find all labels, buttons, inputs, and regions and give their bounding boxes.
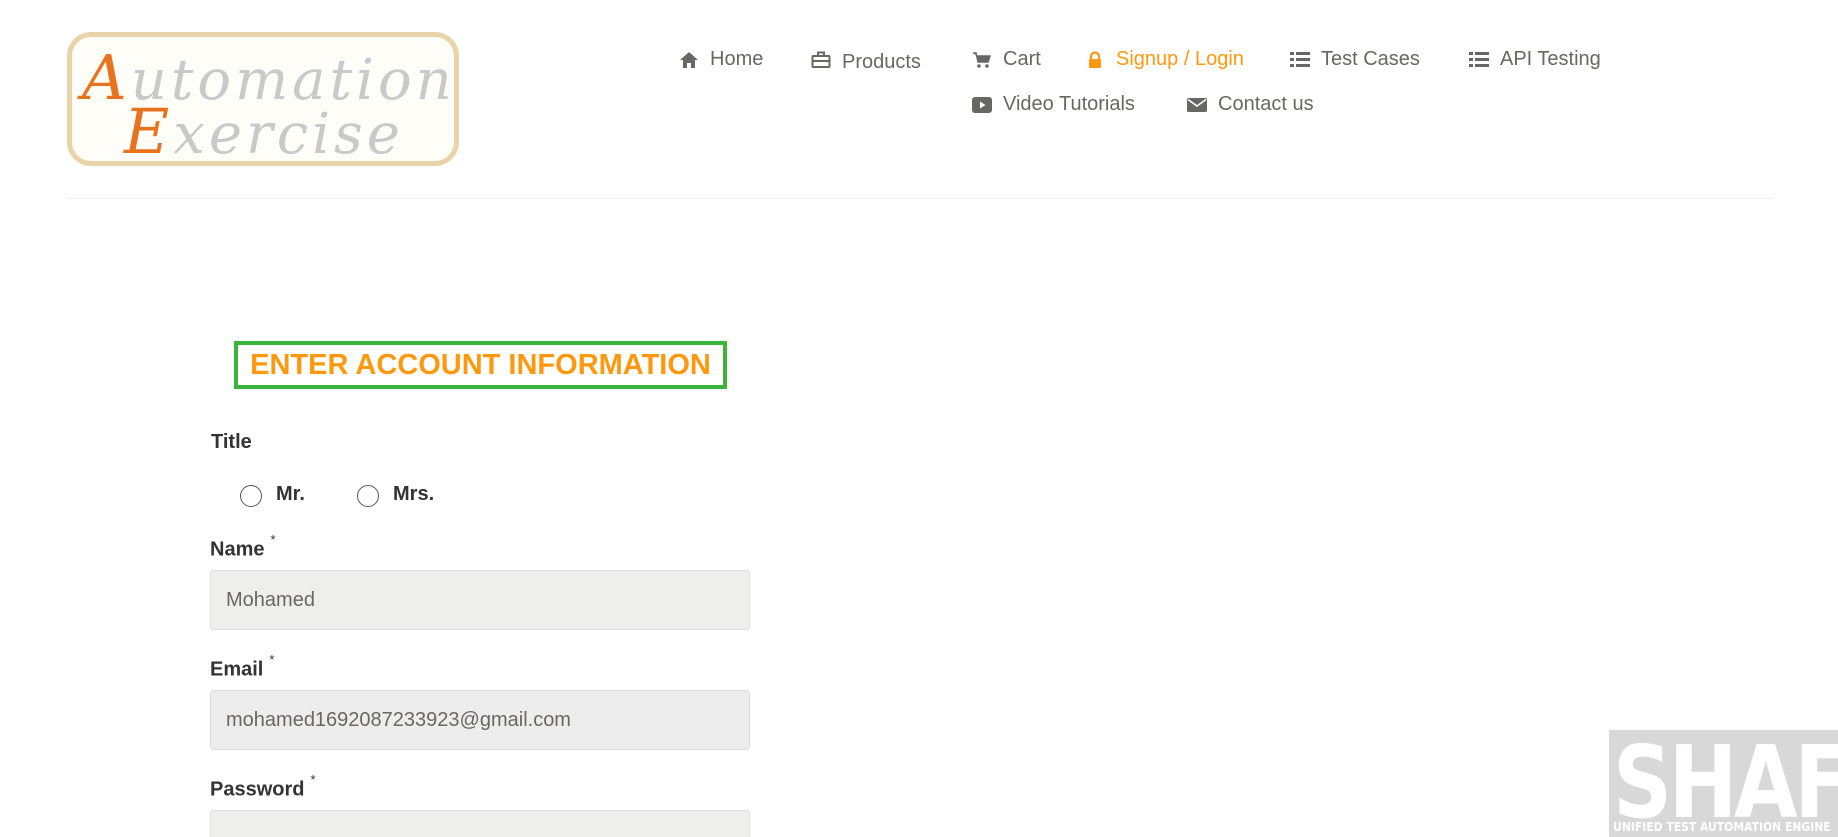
title-mr-label[interactable]: Mr. <box>276 483 305 506</box>
form-heading-text: ENTER ACCOUNT INFORMATION <box>250 348 711 381</box>
nav-contact-us-label: Contact us <box>1218 93 1314 115</box>
required-mark: * <box>270 532 276 547</box>
nav-home[interactable]: Home <box>678 48 763 71</box>
cart-icon <box>971 50 993 70</box>
email-label: Email * <box>210 652 274 682</box>
lock-icon <box>1084 50 1106 70</box>
list-icon <box>1289 50 1311 70</box>
shaft-watermark-subtitle: UNIFIED TEST AUTOMATION ENGINE <box>1613 820 1831 834</box>
list-icon <box>1468 50 1490 70</box>
form-heading: ENTER ACCOUNT INFORMATION <box>234 341 727 389</box>
name-input-value: Mohamed <box>226 588 315 611</box>
shaft-watermark: SHAFT UNIFIED TEST AUTOMATION ENGINE <box>1609 730 1838 837</box>
password-label-text: Password <box>210 778 305 801</box>
required-mark: * <box>269 652 275 667</box>
nav-contact-us[interactable]: Contact us <box>1186 93 1314 116</box>
nav-products-label: Products <box>842 51 921 73</box>
title-mr-radio[interactable] <box>240 485 262 507</box>
nav-api-testing-label: API Testing <box>1500 48 1601 70</box>
logo-line-2: Exercise <box>124 95 404 166</box>
password-label: Password * <box>210 772 316 802</box>
nav-signup-login-label: Signup / Login <box>1116 48 1244 70</box>
nav-cart[interactable]: Cart <box>971 48 1041 71</box>
nav-cart-label: Cart <box>1003 48 1041 70</box>
nav-video-tutorials[interactable]: Video Tutorials <box>971 93 1135 116</box>
name-label-text: Name <box>210 538 265 561</box>
name-label: Name * <box>210 532 276 562</box>
nav-test-cases[interactable]: Test Cases <box>1289 48 1420 71</box>
video-icon <box>971 95 993 115</box>
name-input[interactable]: Mohamed <box>210 570 750 630</box>
nav-api-testing[interactable]: API Testing <box>1468 48 1601 71</box>
site-logo[interactable]: Automation Exercise <box>67 32 459 166</box>
home-icon <box>678 50 700 70</box>
required-mark: * <box>310 772 316 787</box>
nav-home-label: Home <box>710 48 764 70</box>
nav-products[interactable]: Products <box>810 48 921 73</box>
header-divider <box>67 198 1773 199</box>
nav-test-cases-label: Test Cases <box>1321 48 1420 70</box>
briefcase-icon <box>810 50 832 70</box>
email-input[interactable]: mohamed1692087233923@gmail.com <box>210 690 750 750</box>
envelope-icon <box>1186 95 1208 115</box>
title-mrs-radio[interactable] <box>357 485 379 507</box>
nav-video-tutorials-label: Video Tutorials <box>1003 93 1135 115</box>
email-input-value: mohamed1692087233923@gmail.com <box>226 708 571 731</box>
password-input[interactable] <box>210 810 750 837</box>
title-mrs-label[interactable]: Mrs. <box>393 483 434 506</box>
nav-signup-login[interactable]: Signup / Login <box>1084 48 1244 71</box>
title-label: Title <box>211 431 252 453</box>
email-label-text: Email <box>210 658 264 681</box>
